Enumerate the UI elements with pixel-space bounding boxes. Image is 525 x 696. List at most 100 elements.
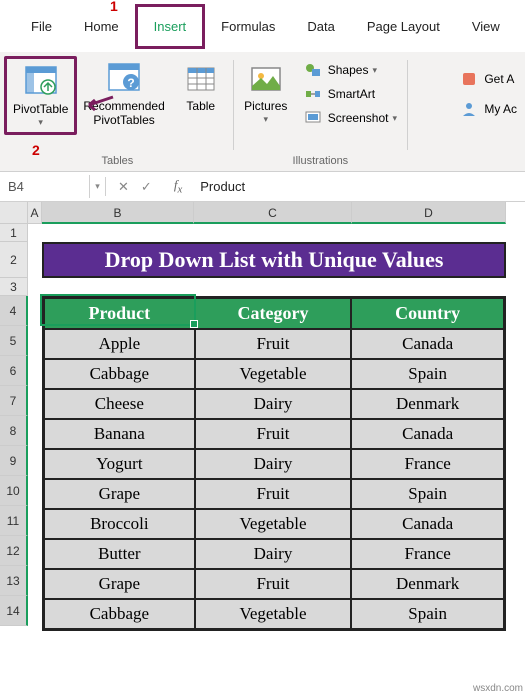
row-header-10[interactable]: 10 — [0, 476, 28, 506]
name-box-dropdown[interactable]: ▾ — [90, 177, 106, 196]
table-cell[interactable]: Denmark — [351, 569, 504, 599]
row-header-12[interactable]: 12 — [0, 536, 28, 566]
data-table[interactable]: ProductCategoryCountry AppleFruitCanadaC… — [42, 296, 506, 631]
col-header-C[interactable]: C — [194, 202, 352, 224]
tab-data[interactable]: Data — [291, 7, 350, 46]
table-header[interactable]: Product — [44, 298, 195, 329]
smartart-button[interactable]: SmartArt — [298, 82, 403, 106]
table-cell[interactable]: Canada — [351, 329, 504, 359]
pictures-button[interactable]: Pictures ▾ — [236, 56, 296, 129]
table-cell[interactable]: Canada — [351, 509, 504, 539]
my-addins-label: My Ac — [484, 102, 517, 116]
table-cell[interactable]: Fruit — [195, 329, 352, 359]
pictures-label: Pictures — [244, 100, 287, 114]
table-cell[interactable]: Apple — [44, 329, 195, 359]
tab-file[interactable]: File — [15, 7, 68, 46]
smartart-label: SmartArt — [328, 87, 375, 101]
fx-icon[interactable]: fx — [164, 177, 192, 196]
table-button[interactable]: Table — [171, 56, 231, 118]
screenshot-button[interactable]: Screenshot▾ — [298, 106, 403, 130]
table-cell[interactable]: Banana — [44, 419, 195, 449]
col-header-A[interactable]: A — [28, 202, 42, 224]
shapes-button[interactable]: Shapes▾ — [298, 58, 403, 82]
worksheet-grid[interactable]: 1234567891011121314 ABCD Drop Down List … — [0, 202, 525, 696]
col-header-B[interactable]: B — [42, 202, 194, 224]
table-row[interactable]: CabbageVegetableSpain — [44, 599, 504, 629]
table-cell[interactable]: Grape — [44, 569, 195, 599]
title-cell[interactable]: Drop Down List with Unique Values — [42, 242, 506, 278]
row-header-14[interactable]: 14 — [0, 596, 28, 626]
table-row[interactable]: YogurtDairyFrance — [44, 449, 504, 479]
pivottable-button[interactable]: PivotTable ▾ — [4, 56, 77, 135]
group-illustrations-label: Illustrations — [236, 153, 405, 171]
row-header-9[interactable]: 9 — [0, 446, 28, 476]
recommended-pivottables-button[interactable]: ? RecommendedPivotTables — [77, 56, 170, 132]
table-row[interactable]: GrapeFruitDenmark — [44, 569, 504, 599]
get-addins-label: Get A — [484, 72, 514, 86]
cancel-formula-button[interactable]: ✕ — [112, 179, 135, 195]
row-header-4[interactable]: 4 — [0, 296, 28, 326]
row-header-6[interactable]: 6 — [0, 356, 28, 386]
table-cell[interactable]: Dairy — [195, 539, 352, 569]
table-cell[interactable]: Dairy — [195, 449, 352, 479]
table-cell[interactable]: Vegetable — [195, 509, 352, 539]
arrow-annotation — [85, 95, 115, 115]
table-cell[interactable]: Canada — [351, 419, 504, 449]
table-cell[interactable]: Cabbage — [44, 599, 195, 629]
table-cell[interactable]: France — [351, 449, 504, 479]
select-all-corner[interactable] — [0, 202, 28, 224]
recommended-pivottables-icon: ? — [105, 60, 143, 98]
table-cell[interactable]: Fruit — [195, 479, 352, 509]
tab-insert[interactable]: Insert — [135, 4, 206, 49]
table-label: Table — [186, 100, 215, 114]
row-header-1[interactable]: 1 — [0, 224, 28, 242]
table-row[interactable]: GrapeFruitSpain — [44, 479, 504, 509]
formula-input[interactable]: Product — [192, 175, 525, 198]
table-cell[interactable]: Cheese — [44, 389, 195, 419]
table-cell[interactable]: Spain — [351, 599, 504, 629]
chevron-down-icon: ▾ — [392, 113, 397, 124]
table-row[interactable]: ButterDairyFrance — [44, 539, 504, 569]
row-header-7[interactable]: 7 — [0, 386, 28, 416]
row-header-8[interactable]: 8 — [0, 416, 28, 446]
table-cell[interactable]: Broccoli — [44, 509, 195, 539]
table-cell[interactable]: France — [351, 539, 504, 569]
pivottable-label: PivotTable — [13, 103, 68, 117]
tab-pagelayout[interactable]: Page Layout — [351, 7, 456, 46]
table-header[interactable]: Country — [351, 298, 504, 329]
table-row[interactable]: BananaFruitCanada — [44, 419, 504, 449]
tab-view[interactable]: View — [456, 7, 516, 46]
shapes-icon — [304, 61, 322, 79]
my-addins-button[interactable]: My Ac — [456, 94, 521, 124]
row-header-5[interactable]: 5 — [0, 326, 28, 356]
name-box[interactable]: B4 — [0, 175, 90, 198]
table-cell[interactable]: Fruit — [195, 569, 352, 599]
table-cell[interactable]: Grape — [44, 479, 195, 509]
table-header[interactable]: Category — [195, 298, 352, 329]
table-cell[interactable]: Cabbage — [44, 359, 195, 389]
table-row[interactable]: AppleFruitCanada — [44, 329, 504, 359]
tab-home[interactable]: Home — [68, 7, 135, 46]
table-cell[interactable]: Yogurt — [44, 449, 195, 479]
table-cell[interactable]: Vegetable — [195, 599, 352, 629]
table-row[interactable]: BroccoliVegetableCanada — [44, 509, 504, 539]
tab-formulas[interactable]: Formulas — [205, 7, 291, 46]
table-cell[interactable]: Fruit — [195, 419, 352, 449]
formula-bar: B4 ▾ ✕ ✓ fx Product — [0, 172, 525, 202]
row-header-2[interactable]: 2 — [0, 242, 28, 278]
table-cell[interactable]: Butter — [44, 539, 195, 569]
row-header-13[interactable]: 13 — [0, 566, 28, 596]
table-cell[interactable]: Dairy — [195, 389, 352, 419]
table-cell[interactable]: Spain — [351, 479, 504, 509]
table-row[interactable]: CheeseDairyDenmark — [44, 389, 504, 419]
enter-formula-button[interactable]: ✓ — [135, 179, 158, 195]
table-cell[interactable]: Spain — [351, 359, 504, 389]
row-header-11[interactable]: 11 — [0, 506, 28, 536]
table-cell[interactable]: Denmark — [351, 389, 504, 419]
table-cell[interactable]: Vegetable — [195, 359, 352, 389]
col-header-D[interactable]: D — [352, 202, 506, 224]
table-row[interactable]: CabbageVegetableSpain — [44, 359, 504, 389]
get-addins-button[interactable]: Get A — [456, 64, 521, 94]
ribbon-tabs: File Home Insert Formulas Data Page Layo… — [0, 0, 525, 52]
row-header-3[interactable]: 3 — [0, 278, 28, 296]
